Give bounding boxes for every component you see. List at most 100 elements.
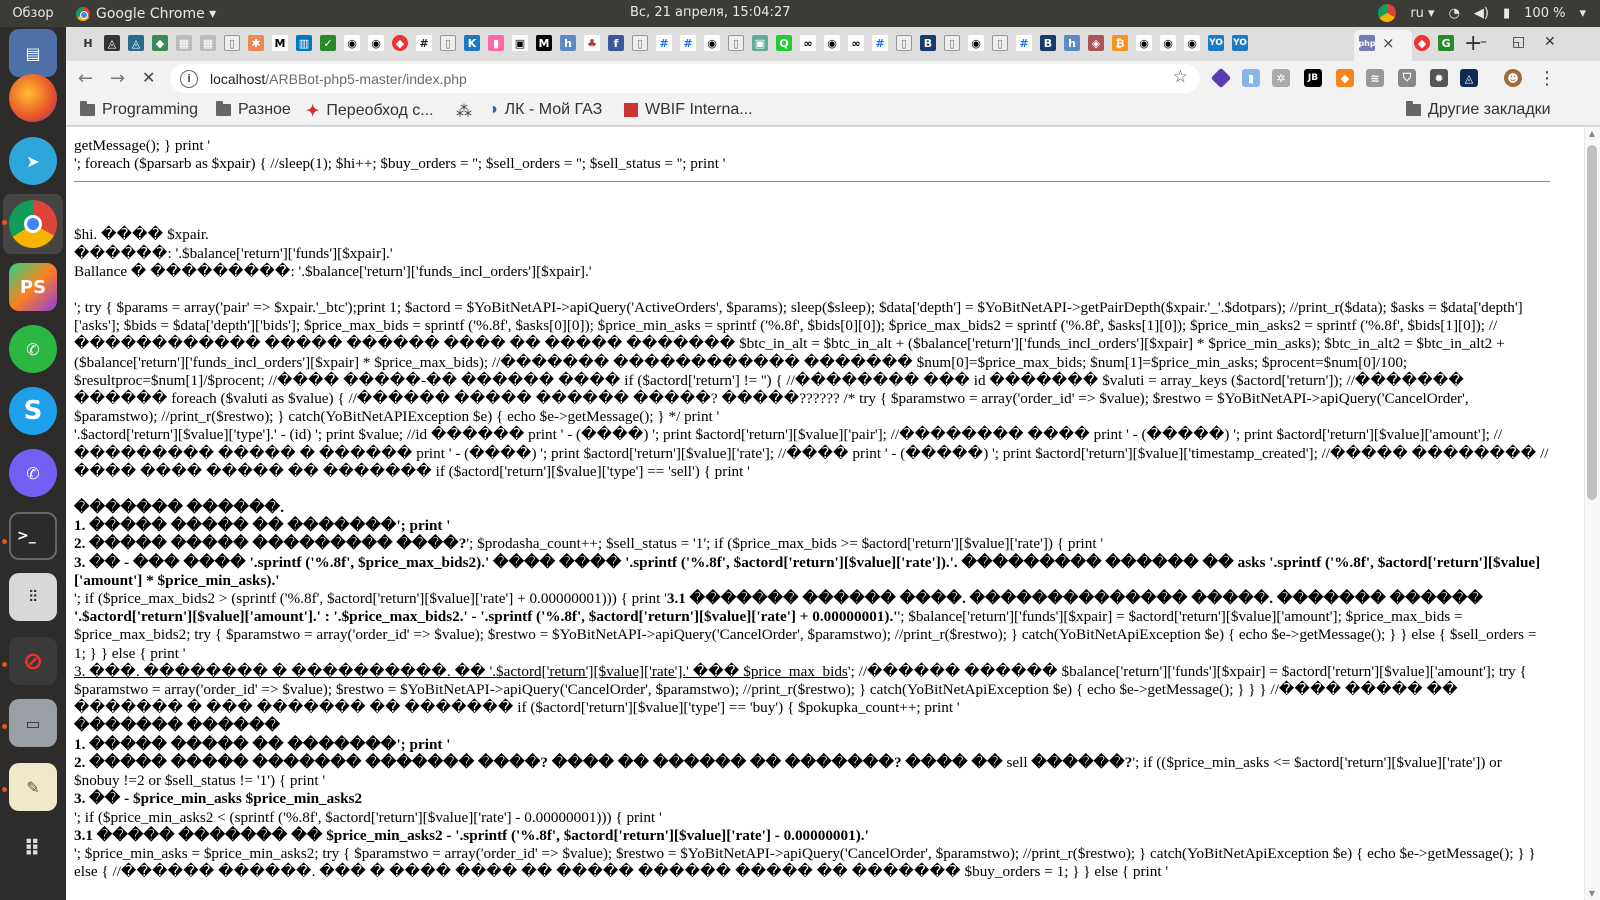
github-icon[interactable]: ◉ — [968, 35, 984, 51]
stop-button[interactable]: ✕ — [142, 68, 155, 87]
tab-favicon[interactable]: ∞ — [800, 35, 816, 51]
phpstorm-icon[interactable]: PS — [9, 263, 57, 311]
tab-favicon[interactable]: ∞ — [848, 35, 864, 51]
activities-button[interactable]: Обзор — [0, 6, 66, 21]
tab-favicon[interactable]: ▮ — [488, 35, 504, 51]
tab-favicon[interactable]: ▣ — [512, 35, 528, 51]
tab-favicon[interactable]: ✱ — [248, 35, 264, 51]
tab-favicon[interactable]: YO — [1208, 35, 1224, 51]
extension-icon[interactable] — [1210, 67, 1232, 89]
tab-favicon[interactable]: ▯ — [944, 35, 960, 51]
github-icon[interactable]: ◉ — [824, 35, 840, 51]
scroll-up-arrow[interactable]: ▲ — [1587, 129, 1597, 138]
volume-icon[interactable]: ◀) — [1474, 6, 1489, 21]
slack-icon[interactable]: # — [680, 35, 696, 51]
scrollbar[interactable]: ▲ ▼ — [1584, 127, 1600, 900]
back-button[interactable]: ← — [78, 68, 93, 89]
mixer-icon[interactable]: ⫶⫶ — [9, 573, 57, 621]
terminal-icon[interactable]: >_ — [9, 512, 57, 560]
files-icon[interactable]: ▤ — [9, 29, 57, 77]
github-icon[interactable]: ◉ — [344, 35, 360, 51]
tab-favicon[interactable]: M — [272, 35, 288, 51]
tab-favicon[interactable]: ▯ — [896, 35, 912, 51]
extension-icon[interactable]: ≋ — [1366, 69, 1384, 87]
close-window-button[interactable]: ✕ — [1544, 34, 1556, 50]
info-icon[interactable]: i — [180, 69, 198, 88]
forward-button[interactable]: → — [110, 68, 125, 89]
tab-favicon[interactable]: ▯ — [992, 35, 1008, 51]
slack-icon[interactable]: # — [416, 35, 432, 51]
tab-close-button[interactable]: × — [1382, 34, 1395, 52]
tab-favicon[interactable]: YO — [1232, 35, 1248, 51]
tab-favicon[interactable]: M — [536, 35, 552, 51]
maximize-button[interactable]: ◱ — [1512, 34, 1525, 50]
extension-icon[interactable]: ▮ — [1242, 69, 1260, 87]
avatar[interactable]: ☻ — [1504, 69, 1522, 87]
shield-icon[interactable]: ⛉ — [1398, 69, 1416, 87]
tab-favicon[interactable]: ◆ — [152, 35, 168, 51]
bookmark-wbif[interactable]: WBIF Interna... — [624, 101, 753, 119]
tab-favicon[interactable]: ▦ — [176, 35, 192, 51]
bookmark-star-icon[interactable]: ☆ — [1173, 67, 1188, 87]
bookmark-programming[interactable]: Programming — [80, 101, 198, 119]
bookmark-pereobhod[interactable]: ✦ Переобход с... — [306, 101, 434, 121]
language-indicator[interactable]: ru ▾ — [1410, 6, 1434, 21]
github-icon[interactable]: ◉ — [704, 35, 720, 51]
app-grid-icon[interactable]: ⠿ — [9, 825, 57, 873]
tab-favicon-letter[interactable]: Н — [80, 35, 96, 51]
tab-favicon[interactable]: ▯ — [632, 35, 648, 51]
tab-favicon[interactable]: ₿ — [1112, 35, 1128, 51]
tab-favicon[interactable]: B — [920, 35, 936, 51]
tab-favicon[interactable]: Q — [776, 35, 792, 51]
chrome-indicator-icon[interactable] — [1378, 4, 1397, 22]
tab-favicon[interactable]: ◬ — [128, 35, 144, 51]
tab-favicon[interactable]: h — [1064, 35, 1080, 51]
whatsapp-icon[interactable]: ✆ — [9, 325, 57, 373]
extension-icon[interactable]: ✹ — [1430, 69, 1448, 87]
menu-button[interactable]: ⋮ — [1538, 68, 1556, 89]
scrollbar-thumb[interactable] — [1587, 145, 1597, 500]
tab-favicon[interactable]: ✓ — [320, 35, 336, 51]
telegram-icon[interactable]: ➤ — [9, 137, 57, 185]
slack-icon[interactable]: # — [656, 35, 672, 51]
app-menu[interactable]: Google Chrome ▾ — [76, 6, 216, 22]
tab-favicon[interactable]: ▯ — [728, 35, 744, 51]
battery-icon[interactable]: ▮ — [1503, 6, 1510, 21]
scanner-icon[interactable]: ▭ — [9, 699, 57, 747]
tab-favicon[interactable]: ♣ — [584, 35, 600, 51]
github-icon[interactable]: ◉ — [368, 35, 384, 51]
clock[interactable]: Вс, 21 апреля, 15:04:27 — [630, 5, 791, 20]
firefox-icon[interactable] — [9, 74, 57, 122]
tab-favicon[interactable]: ◬ — [104, 35, 120, 51]
tab-favicon[interactable]: ◆ — [392, 35, 408, 51]
minimize-button[interactable]: – — [1480, 34, 1487, 50]
slack-icon[interactable]: # — [1016, 35, 1032, 51]
gear-icon[interactable]: ✲ — [1272, 69, 1290, 87]
github-icon[interactable]: ◉ — [1160, 35, 1176, 51]
tab-favicon[interactable]: ▦ — [200, 35, 216, 51]
text-editor-icon[interactable]: ✎ — [9, 763, 57, 811]
skype-icon[interactable]: S — [9, 387, 57, 435]
tab-favicon[interactable]: ▣ — [752, 35, 768, 51]
no-entry-icon[interactable]: ⊘ — [9, 637, 57, 685]
tab-favicon[interactable]: h — [560, 35, 576, 51]
tab-favicon[interactable]: ▯ — [440, 35, 456, 51]
tab-favicon[interactable]: ▥ — [296, 35, 312, 51]
address-bar[interactable]: i localhost/ARBBot-php5-master/index.php… — [170, 64, 1200, 93]
github-icon[interactable]: ◉ — [1136, 35, 1152, 51]
page-viewport[interactable]: getMessage(); } print ' '; foreach ($par… — [66, 127, 1600, 900]
wifi-icon[interactable]: ◔ — [1449, 6, 1460, 21]
tab-favicon[interactable]: K — [464, 35, 480, 51]
system-menu-icon[interactable]: ▾ — [1579, 6, 1586, 21]
metamask-icon[interactable]: ◆ — [1336, 69, 1354, 87]
facebook-icon[interactable]: f — [608, 35, 624, 51]
bookmark-cluster[interactable]: ⁂ — [456, 101, 472, 121]
extension-icon[interactable]: JB — [1304, 69, 1322, 87]
bookmark-raznoe[interactable]: Разное — [216, 101, 291, 119]
tab-favicon[interactable]: ◈ — [1088, 35, 1104, 51]
bookmark-other[interactable]: Другие закладки — [1406, 101, 1551, 119]
tab-favicon[interactable]: ◆ — [1414, 35, 1430, 51]
tab-favicon[interactable]: B — [1040, 35, 1056, 51]
bookmark-lk-moy-gaz[interactable]: ◑ ЛК - Мой ГАЗ — [488, 101, 602, 119]
scroll-down-arrow[interactable]: ▼ — [1587, 889, 1597, 898]
